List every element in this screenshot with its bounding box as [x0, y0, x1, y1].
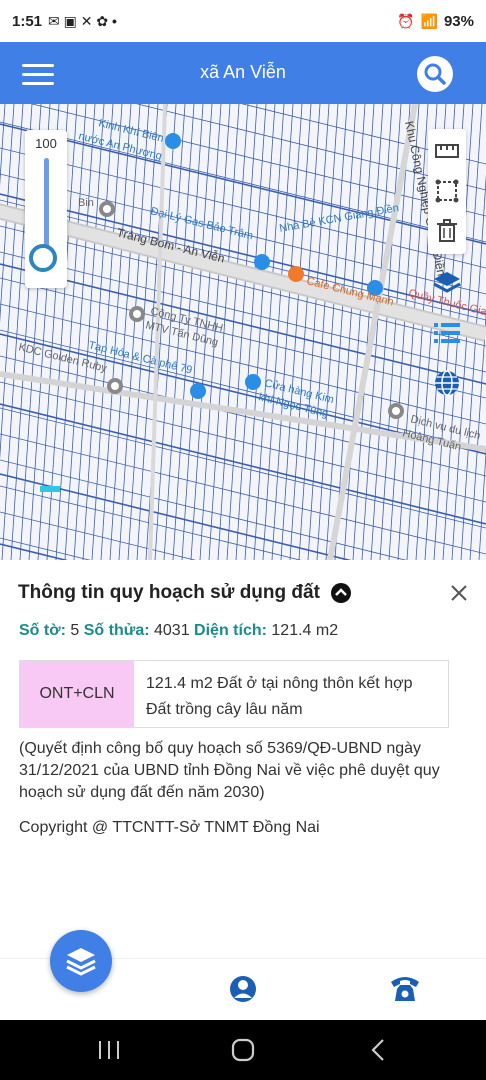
sheet-title: Thông tin quy hoạch sử dụng đất [18, 582, 320, 603]
slider-value: 100 [35, 136, 57, 151]
slider-thumb[interactable] [29, 244, 57, 272]
poi-marker[interactable] [99, 201, 115, 217]
map-tool-panel [428, 129, 466, 254]
ruler-icon [435, 144, 459, 158]
so-to-value: 5 [70, 622, 80, 639]
layers-fab[interactable] [50, 930, 112, 992]
close-icon [451, 585, 467, 601]
opacity-slider[interactable]: 100 [25, 130, 67, 288]
home-icon [231, 1038, 255, 1062]
user-icon [230, 976, 256, 1002]
status-bar: 1:51 ✉ ▣ ✕ ✿ • ⏰ 📶 93% [0, 0, 486, 42]
land-info-sheet: Thông tin quy hoạch sử dụng đất Số tờ: 5… [0, 560, 486, 958]
land-use-description: 121.4 m2 Đất ở tại nông thôn kết hợp Đất… [146, 675, 413, 718]
legend-button[interactable] [432, 318, 462, 348]
status-left: 1:51 ✉ ▣ ✕ ✿ • [12, 13, 117, 30]
page-title: xã An Viễn [200, 62, 286, 82]
measure-area-button[interactable] [433, 177, 461, 205]
poi-marker[interactable] [129, 306, 145, 322]
cafe-marker[interactable] [288, 266, 304, 282]
battery-level: 93% [443, 12, 474, 30]
clock: 1:51 [12, 12, 43, 30]
shop-marker[interactable] [254, 254, 270, 270]
recent-apps-button[interactable] [94, 1037, 124, 1063]
wifi-icon: 📶 [420, 12, 438, 29]
chevron-up-icon [335, 588, 347, 596]
phone-icon [391, 977, 419, 1001]
system-nav-bar [0, 1020, 486, 1080]
parcel-info: Số tờ: 5 Số thửa: 4031 Diện tích: 121.4 … [19, 622, 338, 640]
list-icon [434, 323, 460, 343]
trash-icon [437, 219, 457, 242]
dien-tich-label: Diện tích: [194, 622, 267, 639]
poi-marker[interactable] [388, 403, 404, 419]
land-use-row: ONT+CLN 121.4 m2 Đất ở tại nông thôn kết… [19, 660, 449, 728]
shop-marker[interactable] [245, 374, 261, 390]
layers-icon [66, 948, 96, 976]
home-button[interactable] [228, 1037, 258, 1063]
close-button[interactable] [448, 582, 470, 604]
dien-tich-value: 121.4 m2 [271, 622, 339, 639]
shop-marker[interactable] [165, 133, 181, 149]
alarm-icon: ⏰ [397, 12, 415, 29]
delete-button[interactable] [433, 217, 461, 245]
shop-marker[interactable] [190, 383, 206, 399]
globe-icon [435, 370, 459, 396]
map-label: Bin [78, 197, 94, 209]
map-view[interactable]: Kinh Khí Biên nước An Phương Đại Lý Gas … [0, 104, 486, 560]
search-icon [424, 63, 446, 85]
so-thua-value: 4031 [154, 622, 190, 639]
back-button[interactable] [364, 1037, 394, 1063]
so-to-label: Số tờ: [19, 622, 66, 639]
land-use-code: ONT+CLN [20, 661, 134, 727]
collapse-button[interactable] [331, 583, 351, 603]
profile-button[interactable] [228, 974, 258, 1004]
so-thua-label: Số thửa: [83, 622, 150, 639]
search-button[interactable] [417, 56, 453, 92]
recent-apps-icon [99, 1041, 119, 1059]
status-right: ⏰ 📶 93% [397, 13, 474, 30]
decision-note: (Quyết định công bố quy hoạch số 5369/QĐ… [19, 740, 440, 801]
poi-marker[interactable] [107, 378, 123, 394]
area-ruler-icon [435, 179, 459, 203]
layers-icon [433, 272, 461, 293]
back-icon [371, 1039, 384, 1061]
layers-button[interactable] [432, 268, 462, 298]
basemap-button[interactable] [432, 368, 462, 398]
copyright-text: Copyright @ TTCNTT-Sở TNMT Đồng Nai [19, 819, 320, 836]
map-canvas[interactable]: Kinh Khí Biên nước An Phương Đại Lý Gas … [0, 104, 486, 560]
notification-icons: ✉ ▣ ✕ ✿ • [48, 12, 117, 29]
hotline-button[interactable] [388, 972, 422, 1004]
app-bar: xã An Viễn [0, 42, 486, 104]
measure-distance-button[interactable] [433, 137, 461, 165]
